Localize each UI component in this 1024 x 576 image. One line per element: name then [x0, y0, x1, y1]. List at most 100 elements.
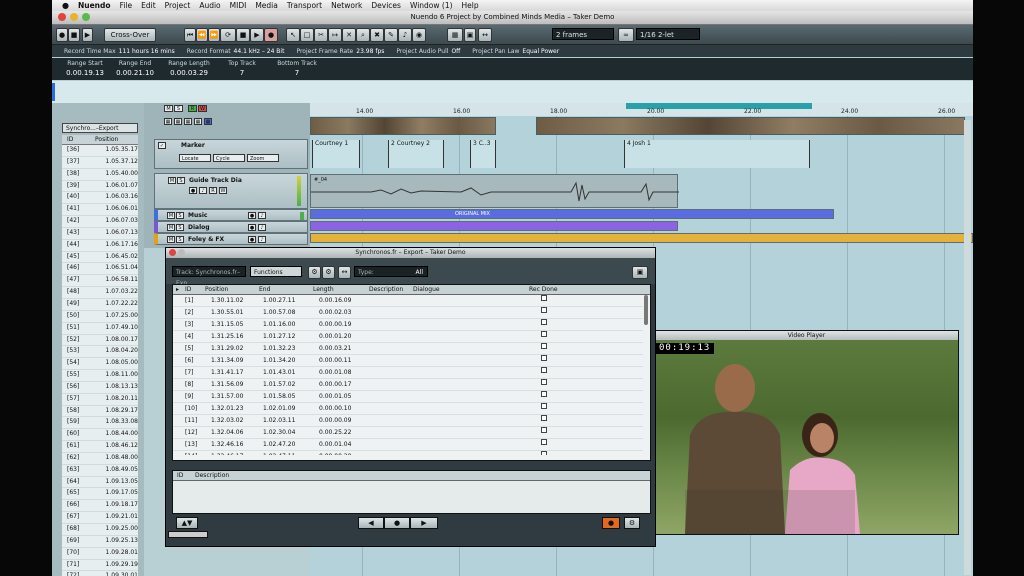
table-row[interactable]: [12] 1.32.04.06 1.02.30.04 0.00.25.22 [173, 427, 643, 439]
list-item[interactable]: [63] 1.08.49.05 [62, 465, 138, 477]
project-overview[interactable] [52, 81, 973, 104]
record-enable-icon[interactable]: ● [248, 224, 256, 231]
play-tool-icon[interactable]: ♪ [398, 28, 412, 42]
settings-gear-icon[interactable]: ⚙ [308, 266, 321, 279]
track-control-icon[interactable]: ▦ [164, 118, 172, 125]
track-control-icon[interactable]: ▦ [184, 118, 192, 125]
col-description[interactable]: Description [369, 285, 403, 294]
expand-icon[interactable]: ↔ [338, 266, 351, 279]
list-item[interactable]: [46] 1.06.51.04 [62, 263, 138, 276]
record-enable-icon[interactable]: ● [248, 236, 256, 243]
table-row[interactable]: [14] 1.32.46.17 1.02.47.11 0.00.00.20 [173, 451, 643, 455]
object-select-tool-icon[interactable]: ↖ [286, 28, 300, 42]
erase-tool-icon[interactable]: ✕ [342, 28, 356, 42]
foley-event[interactable] [310, 233, 973, 243]
list-item[interactable]: [72] 1.09.30.01 [62, 571, 138, 576]
rec-done-checkbox[interactable] [541, 391, 547, 397]
mute-tool-icon[interactable]: ✖ [370, 28, 384, 42]
record-enable-icon[interactable]: ● [189, 187, 197, 194]
options-gear-icon[interactable]: ⚙ [322, 266, 335, 279]
close-window-icon[interactable] [169, 249, 176, 256]
range-end[interactable]: Range End 0.00.21.10 [112, 60, 158, 77]
menu-project[interactable]: Project [165, 1, 191, 10]
list-item[interactable]: [43] 1.06.07.13 [62, 228, 138, 240]
list-item[interactable]: [39] 1.06.01.07 [62, 181, 138, 193]
rec-done-checkbox[interactable] [541, 331, 547, 337]
monitor-icon[interactable]: ♪ [258, 212, 266, 219]
solo-button[interactable]: S [176, 224, 184, 231]
glue-tool-icon[interactable]: ↦ [328, 28, 342, 42]
grid-type-icon[interactable]: ▣ [464, 28, 476, 42]
list-item[interactable]: [47] 1.06.58.11 [62, 275, 138, 288]
record-icon[interactable]: ● [264, 28, 278, 42]
list-item[interactable]: [69] 1.09.25.13 [62, 536, 138, 548]
col-position[interactable]: Position [205, 285, 228, 294]
type-filter-select[interactable]: Type: All [354, 266, 428, 277]
close-window-icon[interactable] [58, 13, 66, 21]
list-item[interactable]: [70] 1.09.28.01 [62, 548, 138, 560]
table-row[interactable]: [6] 1.31.34.09 1.01.34.20 0.00.00.11 [173, 355, 643, 367]
rec-done-checkbox[interactable] [541, 295, 547, 301]
menu-window[interactable]: Window (1) [410, 1, 453, 10]
draw-tool-icon[interactable]: ✎ [384, 28, 398, 42]
list-item[interactable]: [53] 1.08.04.20 [62, 346, 138, 359]
mute-button[interactable]: M [167, 212, 175, 219]
marker-lane[interactable]: Courtney 1 2 Courtney 2 3 C..3 4 Josh 1 [310, 140, 973, 170]
table-row[interactable]: [2] 1.30.55.01 1.00.57.08 0.00.02.03 [173, 307, 643, 319]
guide-track[interactable]: M S Guide Track Dia ● ♪ R W [154, 173, 308, 209]
solo-button[interactable]: S [176, 236, 184, 243]
list-item[interactable]: [45] 1.06.45.02 [62, 252, 138, 264]
range-length[interactable]: Range Length 0.00.03.29 [164, 60, 214, 77]
sort-updown-icon[interactable]: ▲▼ [176, 517, 198, 529]
monitor-icon[interactable]: ♪ [258, 224, 266, 231]
read-all-icon[interactable]: R [188, 105, 197, 112]
foley-track[interactable]: M S Foley & FX ● ♪ [154, 233, 308, 245]
list-item[interactable]: [42] 1.06.07.03 [62, 216, 138, 228]
marker-josh-1[interactable]: 4 Josh 1 [624, 140, 810, 168]
col-dialogue[interactable]: Dialogue [413, 285, 440, 294]
video-player-window[interactable]: Video Player 00:19:13 [654, 330, 959, 535]
solo-button[interactable]: S [177, 177, 185, 184]
list-item[interactable]: [61] 1.08.46.12 [62, 441, 138, 453]
rec-done-checkbox[interactable] [541, 343, 547, 349]
rewind-icon[interactable]: ⏪ [196, 28, 208, 42]
play-icon[interactable]: ▶ [250, 28, 264, 42]
list-item[interactable]: [44] 1.06.17.16 [62, 240, 138, 252]
rec-done-checkbox[interactable] [541, 319, 547, 325]
rec-done-checkbox[interactable] [541, 403, 547, 409]
foley-lane[interactable] [310, 232, 973, 244]
range-tool-icon[interactable]: □ [300, 28, 314, 42]
autoscroll-button[interactable]: ▶ [82, 28, 93, 42]
music-event[interactable]: ORIGINAL MIX [310, 209, 834, 219]
list-item[interactable]: [60] 1.08.44.00 [62, 429, 138, 442]
activate-project-button[interactable]: ● [56, 28, 68, 42]
table-row[interactable]: [4] 1.31.25.16 1.01.27.12 0.00.01.20 [173, 331, 643, 343]
minimize-window-icon[interactable] [178, 249, 185, 256]
list-item[interactable]: [48] 1.07.03.22 [62, 287, 138, 299]
vertical-scrollbar[interactable] [964, 120, 971, 575]
list-item[interactable]: [52] 1.08.00.17 [62, 335, 138, 347]
music-track[interactable]: M S Music ● ♪ [154, 209, 308, 221]
functions-menu[interactable]: Functions [250, 266, 302, 277]
record-take-icon[interactable]: ● [602, 517, 620, 529]
list-item[interactable]: [49] 1.07.22.22 [62, 299, 138, 311]
color-tool-icon[interactable]: ◉ [412, 28, 426, 42]
mute-button[interactable]: M [167, 236, 175, 243]
dialog-track[interactable]: M S Dialog ● ♪ [154, 221, 308, 233]
table-row[interactable]: [11] 1.32.03.02 1.02.03.11 0.00.00.09 [173, 415, 643, 427]
menu-midi[interactable]: MIDI [230, 1, 247, 10]
list-item[interactable]: [59] 1.08.33.08 [62, 417, 138, 430]
export-table-body[interactable]: [1] 1.30.11.02 1.00.27.11 0.00.16.09 [2] 1.30… [173, 295, 643, 455]
split-tool-icon[interactable]: ✂ [314, 28, 328, 42]
list-item[interactable]: [50] 1.07.25.00 [62, 311, 138, 323]
go-start-icon[interactable]: ⏮ [184, 28, 196, 42]
table-scrollbar-thumb[interactable] [644, 295, 648, 325]
list-item[interactable]: [65] 1.09.17.05 [62, 488, 138, 501]
table-row[interactable]: [8] 1.31.56.09 1.01.57.02 0.00.00.17 [173, 379, 643, 391]
inspector-track-field[interactable]: Synchro...–Export [62, 123, 138, 133]
video-track-lane[interactable] [310, 116, 973, 138]
rec-done-checkbox[interactable] [541, 379, 547, 385]
cycle-select[interactable]: Cycle [213, 154, 245, 162]
export-marker-table[interactable]: ▸ ID Position End Length Description Dia… [172, 284, 651, 461]
export-settings-icon[interactable]: ⚙ [624, 517, 640, 529]
